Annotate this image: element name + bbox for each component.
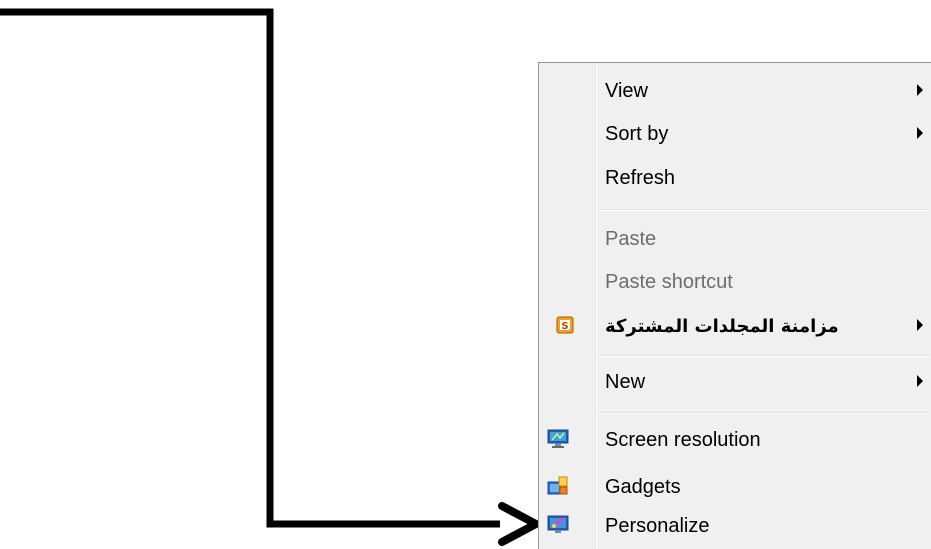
menu-item-shared-folder-sync[interactable]: S مزامنة المجلدات المشتركة: [541, 310, 929, 342]
menu-item-label: مزامنة المجلدات المشتركة: [605, 315, 839, 337]
arrow-head-icon: [498, 502, 540, 546]
menu-item-screen-resolution[interactable]: Screen resolution: [541, 424, 929, 456]
menu-item-label: View: [605, 79, 648, 102]
shared-folder-sync-icon: S: [556, 316, 574, 334]
menu-item-label: New: [605, 370, 646, 393]
submenu-arrow-icon: [917, 127, 923, 139]
menu-item-label: Screen resolution: [605, 428, 761, 451]
gadgets-icon: [547, 476, 568, 495]
menu-item-personalize[interactable]: Personalize: [541, 510, 929, 542]
submenu-arrow-icon: [917, 319, 923, 331]
menu-separator: [599, 355, 929, 357]
menu-item-label: Sort by: [605, 122, 669, 145]
menu-item-label: Paste: [605, 227, 657, 250]
menu-item-label: Refresh: [605, 166, 676, 189]
menu-item-label: Gadgets: [605, 475, 681, 498]
desktop-context-menu: View Sort by Refresh Paste Paste shortcu…: [538, 62, 931, 549]
menu-item-sort-by[interactable]: Sort by: [541, 118, 929, 150]
menu-separator: [599, 209, 929, 211]
personalize-icon: [547, 515, 569, 533]
submenu-arrow-icon: [917, 375, 923, 387]
menu-separator: [599, 412, 929, 414]
menu-item-new[interactable]: New: [541, 366, 929, 398]
monitor-icon: [547, 429, 569, 448]
menu-item-gadgets[interactable]: Gadgets: [541, 471, 929, 503]
submenu-arrow-icon: [917, 84, 923, 96]
menu-item-paste-shortcut[interactable]: Paste shortcut: [541, 266, 929, 298]
menu-item-refresh[interactable]: Refresh: [541, 162, 929, 194]
menu-item-label: Personalize: [605, 514, 710, 537]
menu-item-paste[interactable]: Paste: [541, 223, 929, 255]
arrow-line: [0, 8, 500, 528]
menu-item-label: Paste shortcut: [605, 270, 733, 293]
menu-item-view[interactable]: View: [541, 75, 929, 107]
svg-text:S: S: [561, 321, 568, 332]
